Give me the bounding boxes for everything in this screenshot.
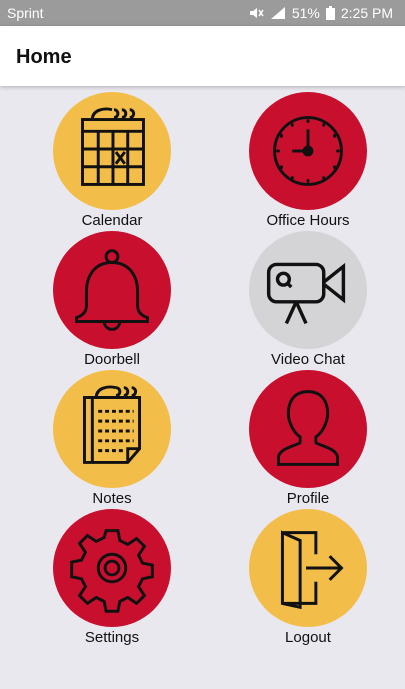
calendar-icon bbox=[81, 107, 145, 186]
carrier-name: Sprint bbox=[7, 5, 44, 21]
profile-tile[interactable]: Profile bbox=[223, 366, 393, 507]
video-camera-icon bbox=[266, 262, 346, 325]
video-chat-tile[interactable]: Video Chat bbox=[223, 227, 393, 368]
logout-tile[interactable]: Logout bbox=[223, 505, 393, 646]
battery-icon bbox=[325, 6, 335, 20]
settings-tile[interactable]: Settings bbox=[27, 505, 197, 646]
profile-circle bbox=[249, 370, 367, 488]
doorbell-circle bbox=[53, 231, 171, 349]
office-hours-circle bbox=[249, 92, 367, 210]
menu-grid: Calendar Office Hours Doorbell Video Cha… bbox=[0, 86, 405, 689]
calendar-tile[interactable]: Calendar bbox=[27, 88, 197, 229]
settings-circle bbox=[53, 509, 171, 627]
notes-tile[interactable]: Notes bbox=[27, 366, 197, 507]
signal-icon bbox=[270, 7, 285, 19]
mute-icon bbox=[249, 8, 264, 18]
clock-time: 2:25 PM bbox=[340, 5, 393, 21]
battery-percent: 51% bbox=[291, 5, 320, 21]
page-title: Home bbox=[16, 46, 72, 68]
clock-icon bbox=[273, 116, 343, 186]
gear-icon bbox=[70, 529, 154, 613]
status-bar: Sprint 51% 2:25 PM bbox=[0, 0, 405, 26]
status-right: 51% 2:25 PM bbox=[248, 5, 393, 21]
logout-circle bbox=[249, 509, 367, 627]
calendar-circle bbox=[53, 92, 171, 210]
person-icon bbox=[277, 390, 339, 466]
bell-icon bbox=[75, 249, 149, 331]
doorbell-tile[interactable]: Doorbell bbox=[27, 227, 197, 368]
notepad-icon bbox=[82, 385, 142, 464]
logout-label: Logout bbox=[285, 629, 331, 646]
office-hours-tile[interactable]: Office Hours bbox=[223, 88, 393, 229]
video-chat-circle bbox=[249, 231, 367, 349]
settings-label: Settings bbox=[84, 629, 140, 646]
notes-circle bbox=[53, 370, 171, 488]
app-bar: Home bbox=[0, 26, 405, 86]
logout-door-icon bbox=[280, 530, 344, 610]
